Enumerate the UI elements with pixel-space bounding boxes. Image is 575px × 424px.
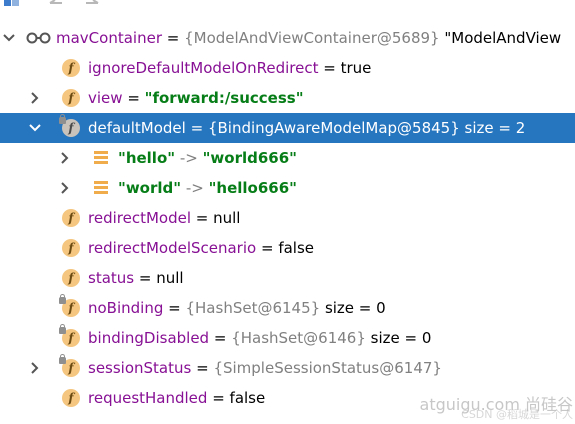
tree-row-redirectModelScenario[interactable]: f redirectModelScenario = false — [0, 233, 575, 263]
field-name: bindingDisabled — [88, 329, 210, 347]
lock-icon — [59, 114, 66, 124]
map-arrow: -> — [181, 179, 209, 197]
field-icon: f — [59, 294, 80, 317]
tree-row-sessionStatus[interactable]: f sessionStatus = {SimpleSessionStatus@6… — [0, 353, 575, 383]
tree-row-ignoreDefaultModelOnRedirect[interactable]: f ignoreDefaultModelOnRedirect = true — [0, 53, 575, 83]
field-icon-glyph: f — [68, 331, 74, 345]
field-icon: f — [59, 354, 80, 377]
field-icon: f — [62, 59, 80, 77]
field-icon: f — [62, 239, 80, 257]
field-name: requestHandled — [88, 389, 208, 407]
equals-sign: = — [209, 329, 232, 347]
chevron-down-icon[interactable] — [28, 120, 42, 136]
variables-icon[interactable] — [2, 0, 22, 10]
field-value: true — [340, 59, 372, 77]
field-value: false — [278, 239, 314, 257]
chevron-right-icon[interactable] — [58, 180, 72, 196]
equals-sign: = — [161, 29, 185, 47]
field-name: sessionStatus — [88, 359, 192, 377]
field-value: null — [213, 209, 241, 227]
field-name: redirectModel — [88, 209, 191, 227]
chevron-right-icon[interactable] — [28, 360, 42, 376]
chevron-right-icon[interactable] — [58, 150, 72, 166]
tree-row-map-entry-world[interactable]: "world" -> "hello666" — [0, 173, 575, 203]
forward-arrow-icon[interactable] — [82, 0, 102, 10]
tree-row-map-entry-hello[interactable]: "hello" -> "world666" — [0, 143, 575, 173]
field-icon-glyph: f — [68, 361, 74, 375]
map-value: "world666" — [202, 149, 297, 167]
size-label: size = 2 — [459, 119, 526, 137]
back-arrow-icon[interactable] — [46, 0, 66, 10]
field-name: ignoreDefaultModelOnRedirect — [88, 59, 319, 77]
field-name: status — [88, 269, 135, 287]
equals-sign: = — [191, 359, 214, 377]
equals-sign: = — [134, 269, 157, 287]
tree-row-mavContainer[interactable]: mavContainer = {ModelAndViewContainer@56… — [0, 23, 575, 53]
field-value: null — [156, 269, 184, 287]
tree-row-redirectModel[interactable]: f redirectModel = null — [0, 203, 575, 233]
lock-icon — [59, 294, 66, 304]
lock-icon — [59, 324, 66, 334]
field-value: {HashSet@6146} — [231, 329, 366, 347]
map-key: "world" — [118, 179, 182, 197]
field-icon-glyph: f — [68, 301, 74, 315]
equals-sign: = — [185, 119, 208, 137]
size-label: size = 0 — [320, 299, 386, 317]
tree-row-view[interactable]: f view = "forward:/success" — [0, 83, 575, 113]
chevron-right-icon[interactable] — [28, 90, 42, 106]
field-icon: f — [62, 209, 80, 227]
lock-icon — [59, 354, 66, 364]
field-icon: f — [59, 114, 80, 137]
map-arrow: -> — [175, 149, 203, 167]
watermark-sub: CSDN @稻城是一个人 — [461, 408, 573, 421]
field-value: {SimpleSessionStatus@6147} — [213, 359, 442, 377]
equals-sign: = — [191, 209, 214, 227]
tree-row-defaultModel[interactable]: f defaultModel = {BindingAwareModelMap@5… — [0, 113, 575, 143]
equals-sign: = — [163, 299, 186, 317]
field-name: redirectModelScenario — [88, 239, 257, 257]
tree-row-noBinding[interactable]: f noBinding = {HashSet@6145} size = 0 — [0, 293, 575, 323]
equals-sign: = — [122, 89, 145, 107]
field-icon-glyph: f — [68, 121, 74, 135]
tree-row-status[interactable]: f status = null — [0, 263, 575, 293]
field-icon: f — [62, 389, 80, 407]
size-label: size = 0 — [365, 329, 432, 347]
variable-value: {ModelAndViewContainer@5689} — [184, 29, 440, 47]
map-value: "hello666" — [208, 179, 297, 197]
field-name: noBinding — [88, 299, 164, 317]
field-value: "forward:/success" — [144, 89, 304, 107]
field-icon: f — [59, 324, 80, 347]
debugger-toolbar — [0, 0, 575, 22]
field-name: defaultModel — [88, 119, 186, 137]
map-entry-icon — [94, 181, 108, 195]
map-key: "hello" — [118, 149, 176, 167]
field-value: {HashSet@6145} — [185, 299, 321, 317]
field-icon: f — [62, 269, 80, 287]
map-entry-icon — [94, 151, 108, 165]
field-name: view — [88, 89, 123, 107]
field-icon: f — [62, 89, 80, 107]
tree-row-bindingDisabled[interactable]: f bindingDisabled = {HashSet@6146} size … — [0, 323, 575, 353]
equals-sign: = — [207, 389, 230, 407]
variable-name: mavContainer — [56, 29, 162, 47]
equals-sign: = — [318, 59, 341, 77]
field-value: false — [229, 389, 266, 407]
field-value: {BindingAwareModelMap@5845} — [207, 119, 460, 137]
equals-sign: = — [256, 239, 279, 257]
variable-tostring: "ModelAndView — [439, 29, 562, 47]
chevron-down-icon[interactable] — [2, 30, 16, 46]
watch-glasses-icon — [26, 32, 51, 44]
